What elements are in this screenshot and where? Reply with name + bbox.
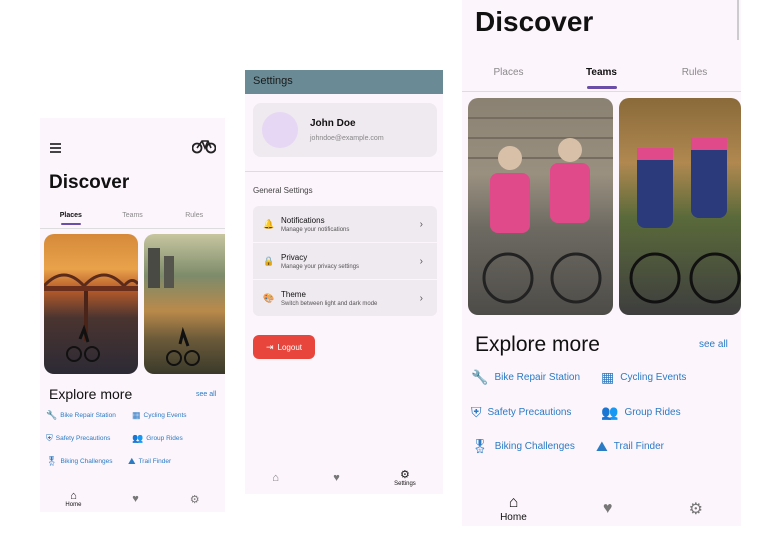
explore-item-safety[interactable]: ⛨ Safety Precautions <box>471 404 571 421</box>
explore-item-bike-repair[interactable]: 🔧 Bike Repair Station <box>46 410 116 421</box>
see-all-link[interactable]: see all <box>699 339 728 350</box>
team-riders-image[interactable] <box>468 98 613 315</box>
logout-button[interactable]: ⇥ Logout <box>253 335 315 359</box>
terrain-icon: ⛰ <box>128 456 136 466</box>
tab-teams[interactable]: Teams <box>102 212 164 225</box>
chevron-right-icon: › <box>419 255 423 267</box>
medal-icon: 🎖 <box>46 456 58 466</box>
nav-favorites[interactable]: ♥ <box>333 472 340 484</box>
chevron-right-icon: › <box>419 218 423 230</box>
bell-icon: 🔔 <box>263 218 275 229</box>
tab-teams[interactable]: Teams <box>555 67 648 89</box>
gear-icon: ⚙ <box>189 493 200 506</box>
nav-favorites[interactable]: ♥ <box>603 500 613 518</box>
bridge-sunset-image[interactable] <box>44 234 138 374</box>
explore-item-trail-finder[interactable]: ⛰ Trail Finder <box>596 438 664 455</box>
setting-privacy[interactable]: 🔒 Privacy Manage your privacy settings › <box>253 243 437 279</box>
explore-item-challenges[interactable]: 🎖 Biking Challenges <box>471 438 575 455</box>
setting-notifications[interactable]: 🔔 Notifications Manage your notifications… <box>253 206 437 242</box>
calendar-icon: ▦ <box>601 369 615 385</box>
menu-icon[interactable] <box>50 143 61 153</box>
explore-item-group-rides[interactable]: 👥 Group Rides <box>132 433 183 444</box>
explore-item-safety[interactable]: ⛨ Safety Precautions <box>46 433 110 444</box>
gear-icon: ⚙ <box>688 500 703 518</box>
nav-home[interactable]: ⌂ Home <box>65 490 81 508</box>
discover-screen-teams: Discover Places Teams Rules Explore more… <box>462 0 741 526</box>
nav-home[interactable]: ⌂ <box>272 472 279 484</box>
explore-item-group-rides[interactable]: 👥 Group Rides <box>601 404 681 421</box>
wrench-icon: 🔧 <box>46 410 58 420</box>
heart-icon: ♥ <box>132 493 139 505</box>
nav-home[interactable]: ⌂ Home <box>500 494 527 523</box>
team-race-image[interactable] <box>619 98 741 315</box>
group-icon: 👥 <box>132 433 144 443</box>
palette-icon: 🎨 <box>263 292 275 303</box>
settings-appbar: Settings <box>245 70 443 94</box>
nav-settings[interactable]: ⚙ Settings <box>394 468 416 487</box>
appbar-title: Settings <box>253 75 293 87</box>
nav-settings[interactable]: ⚙ <box>190 493 200 506</box>
tab-rules[interactable]: Rules <box>648 67 741 89</box>
tab-places[interactable]: Places <box>40 212 102 225</box>
lock-icon: 🔒 <box>263 255 275 266</box>
profile-email: johndoe@example.com <box>310 135 384 142</box>
nav-settings[interactable]: ⚙ <box>689 499 703 519</box>
home-icon: ⌂ <box>70 490 77 502</box>
shield-icon: ⛨ <box>46 433 53 443</box>
section-title: General Settings <box>253 186 313 195</box>
explore-item-challenges[interactable]: 🎖 Biking Challenges <box>46 456 112 467</box>
explore-title: Explore more <box>49 386 133 402</box>
terrain-icon: ⛰ <box>596 438 608 454</box>
page-title: Discover <box>49 172 130 193</box>
home-icon: ⌂ <box>508 494 519 511</box>
home-icon: ⌂ <box>272 471 279 484</box>
nav-favorites[interactable]: ♥ <box>132 493 139 505</box>
setting-theme[interactable]: 🎨 Theme Switch between light and dark mod… <box>253 280 437 316</box>
explore-title: Explore more <box>475 333 600 356</box>
tab-places[interactable]: Places <box>462 67 555 89</box>
medal-icon: 🎖 <box>471 438 489 454</box>
tab-rules[interactable]: Rules <box>163 212 225 225</box>
discover-screen-places: Discover Places Teams Rules Explore more… <box>40 118 225 512</box>
bicycle-icon <box>191 138 217 159</box>
gear-icon: ⚙ <box>400 469 410 481</box>
city-trail-image[interactable] <box>144 234 225 374</box>
see-all-link[interactable]: see all <box>196 391 216 398</box>
explore-item-trail-finder[interactable]: ⛰ Trail Finder <box>128 456 171 467</box>
settings-screen: Settings John Doe johndoe@example.com Ge… <box>245 70 443 494</box>
explore-item-cycling-events[interactable]: ▦ Cycling Events <box>601 369 686 386</box>
group-icon: 👥 <box>601 404 619 420</box>
logout-icon: ⇥ <box>265 341 274 352</box>
heart-icon: ♥ <box>333 471 340 484</box>
profile-name: John Doe <box>310 118 356 129</box>
calendar-icon: ▦ <box>132 410 141 420</box>
page-title: Discover <box>475 6 594 37</box>
wrench-icon: 🔧 <box>471 369 489 385</box>
avatar <box>262 112 298 148</box>
explore-item-bike-repair[interactable]: 🔧 Bike Repair Station <box>471 369 580 386</box>
shield-icon: ⛨ <box>471 404 482 420</box>
chevron-right-icon: › <box>419 292 423 304</box>
profile-card[interactable]: John Doe johndoe@example.com <box>253 103 437 157</box>
explore-item-cycling-events[interactable]: ▦ Cycling Events <box>132 410 187 421</box>
heart-icon: ♥ <box>602 499 613 517</box>
